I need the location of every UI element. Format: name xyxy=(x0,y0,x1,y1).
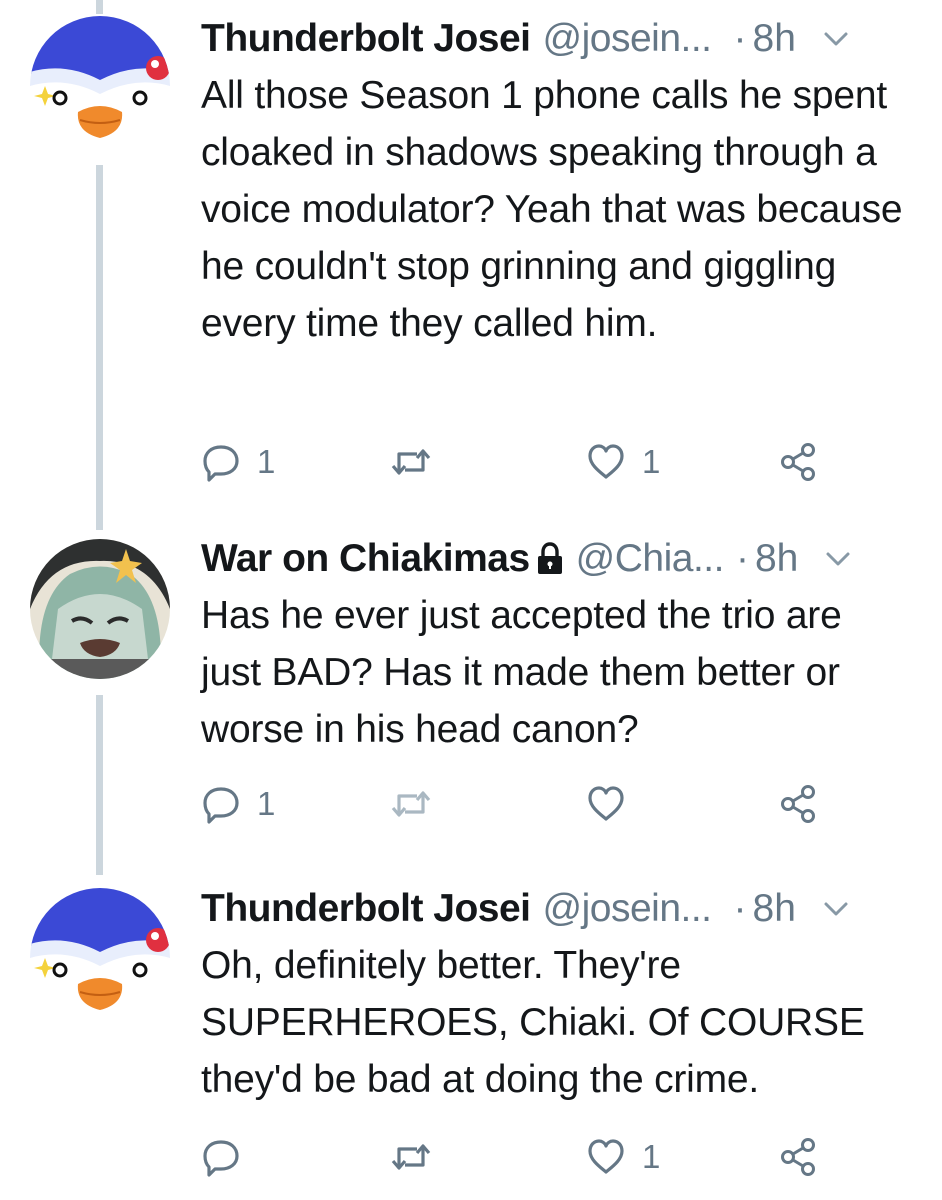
retweet-button[interactable] xyxy=(391,437,447,487)
like-button[interactable]: 1 xyxy=(586,1132,660,1182)
like-icon xyxy=(588,786,624,821)
retweet-button[interactable] xyxy=(391,779,447,829)
share-button[interactable] xyxy=(778,1132,818,1182)
penguin-avatar-icon xyxy=(30,888,170,1028)
separator: · xyxy=(733,887,747,930)
like-count: 1 xyxy=(642,1138,661,1175)
tweet-actions: 1 1 xyxy=(201,437,901,487)
reply-count: 1 xyxy=(257,443,276,480)
anime-avatar-icon xyxy=(30,539,170,679)
reply-count: 1 xyxy=(257,785,276,822)
display-name[interactable]: Thunderbolt Josei xyxy=(201,884,531,934)
retweet-icon xyxy=(391,449,431,475)
tweet[interactable]: Thunderbolt Josei @josein... · 8h All th… xyxy=(0,14,942,494)
reply-icon xyxy=(203,787,239,824)
tweet[interactable]: Thunderbolt Josei @josein... · 8h Oh, de… xyxy=(0,884,942,1200)
timestamp[interactable]: 8h xyxy=(755,534,798,584)
reply-button[interactable] xyxy=(201,1132,257,1182)
avatar[interactable] xyxy=(30,16,170,156)
tweet-actions: 1 xyxy=(201,779,901,829)
user-handle[interactable]: @Chia... xyxy=(576,534,725,584)
timestamp[interactable]: 8h xyxy=(753,884,796,934)
like-icon xyxy=(588,444,624,479)
thread-line xyxy=(96,0,103,14)
chevron-down-icon[interactable] xyxy=(822,25,850,53)
tweet-actions: 1 xyxy=(201,1132,901,1182)
retweet-button[interactable] xyxy=(391,1132,447,1182)
tweet-header: Thunderbolt Josei @josein... · 8h xyxy=(201,14,918,64)
user-handle[interactable]: @josein... xyxy=(543,884,713,934)
share-button[interactable] xyxy=(778,779,818,829)
retweet-icon xyxy=(391,791,431,817)
tweet-text: Oh, definitely better. They're SUPERHERO… xyxy=(201,944,865,1101)
avatar[interactable] xyxy=(30,888,170,1028)
lock-icon xyxy=(537,542,562,574)
like-count: 1 xyxy=(642,443,661,480)
chevron-down-icon[interactable] xyxy=(822,895,850,923)
reply-button[interactable]: 1 xyxy=(201,779,275,829)
tweet-text: All those Season 1 phone calls he spent … xyxy=(201,74,903,345)
tweet-header: Thunderbolt Josei @josein... · 8h xyxy=(201,884,918,934)
like-button[interactable]: 1 xyxy=(586,437,660,487)
display-name[interactable]: War on Chiakimas xyxy=(201,534,530,584)
avatar[interactable] xyxy=(30,539,170,679)
tweet-header: War on Chiakimas @Chia... · 8h xyxy=(201,534,918,584)
user-handle[interactable]: @josein... xyxy=(543,14,713,64)
tweet[interactable]: War on Chiakimas @Chia... · 8h Has he ev… xyxy=(0,534,942,844)
share-icon xyxy=(781,785,815,823)
reply-icon xyxy=(203,1140,239,1177)
chevron-down-icon[interactable] xyxy=(824,545,852,573)
retweet-icon xyxy=(391,1144,431,1170)
display-name[interactable]: Thunderbolt Josei xyxy=(201,14,531,64)
penguin-avatar-icon xyxy=(30,16,170,156)
share-icon xyxy=(781,443,815,481)
separator: · xyxy=(735,537,749,580)
share-icon xyxy=(781,1138,815,1176)
like-icon xyxy=(588,1139,624,1174)
separator: · xyxy=(733,17,747,60)
timestamp[interactable]: 8h xyxy=(753,14,796,64)
tweet-text: Has he ever just accepted the trio are j… xyxy=(201,594,842,751)
like-button[interactable] xyxy=(586,779,642,829)
reply-icon xyxy=(203,445,239,482)
reply-button[interactable]: 1 xyxy=(201,437,275,487)
share-button[interactable] xyxy=(778,437,818,487)
